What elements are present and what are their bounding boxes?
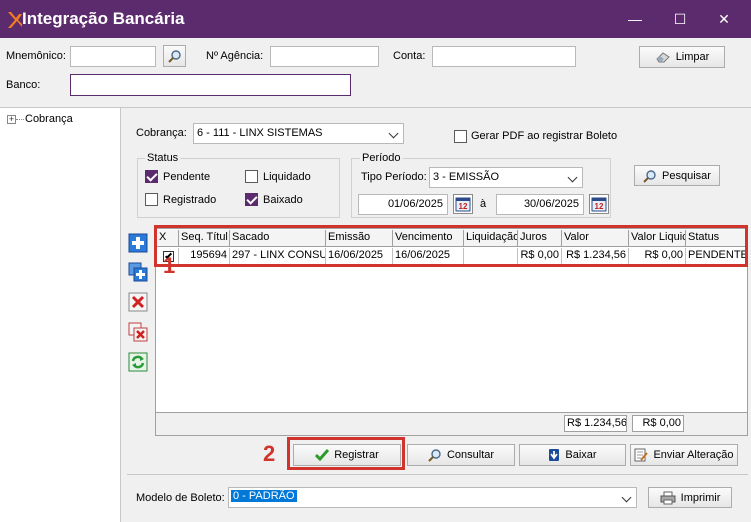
printer-icon <box>660 491 676 504</box>
registrar-label: Registrar <box>334 449 379 461</box>
svg-text:12: 12 <box>595 202 604 211</box>
eraser-icon <box>656 52 670 63</box>
refresh-icon[interactable] <box>128 352 148 372</box>
chevron-down-icon <box>388 128 399 139</box>
imprimir-label: Imprimir <box>680 491 721 504</box>
annotation-marker-2: 2 <box>263 441 276 466</box>
maximize-button[interactable]: ☐ <box>670 10 690 28</box>
status-liquidado-checkbox[interactable] <box>245 170 258 183</box>
mnemonico-input[interactable] <box>70 46 156 67</box>
cobranca-select[interactable]: 6 - 111 - LINX SISTEMAS <box>193 123 404 144</box>
period-separator: à <box>480 198 487 210</box>
agencia-input[interactable] <box>270 46 379 67</box>
mnemonico-label: Mnemônico: <box>6 50 66 62</box>
search-icon <box>167 50 181 63</box>
conta-input[interactable] <box>432 46 576 67</box>
search-icon <box>643 169 656 183</box>
status-baixado-checkbox[interactable] <box>245 193 258 206</box>
consultar-button[interactable]: Consultar <box>407 444 515 466</box>
minimize-button[interactable]: — <box>625 10 645 28</box>
banco-label: Banco: <box>6 79 41 91</box>
gerar-pdf-label: Gerar PDF ao registrar Boleto <box>471 130 618 142</box>
status-registrado-checkbox[interactable] <box>145 193 158 206</box>
tree-item-cobranca[interactable]: Cobrança <box>25 113 73 125</box>
date-to-calendar-button[interactable]: 12 <box>589 194 609 214</box>
tree-connector <box>16 119 24 120</box>
status-group <box>137 158 340 218</box>
date-from-input[interactable]: 01/06/2025 <box>358 194 448 215</box>
add-multiple-icon[interactable] <box>128 262 148 282</box>
tipo-periodo-select[interactable]: 3 - EMISSÃO <box>429 167 583 188</box>
tipo-periodo-value: 3 - EMISSÃO <box>433 171 500 183</box>
status-baixado-label: Baixado <box>263 194 303 206</box>
annotation-marker-1: 1 <box>163 253 176 278</box>
baixar-label: Baixar <box>565 449 597 461</box>
modelo-boleto-select[interactable]: 0 - PADRÃO <box>228 487 637 508</box>
window-title: Integração Bancária <box>22 9 185 28</box>
cobranca-tree: + Cobrança <box>0 107 121 522</box>
cobranca-select-value: 6 - 111 - LINX SISTEMAS <box>197 127 323 139</box>
baixar-button[interactable]: Baixar <box>519 444 626 466</box>
add-icon[interactable] <box>128 233 148 253</box>
calendar-icon: 12 <box>455 197 471 212</box>
consultar-label: Consultar <box>446 449 495 461</box>
delete-icon[interactable] <box>128 292 148 312</box>
banco-input[interactable] <box>70 74 351 96</box>
calendar-icon: 12 <box>591 197 607 212</box>
cobranca-label: Cobrança: <box>136 127 187 139</box>
modelo-boleto-label: Modelo de Boleto: <box>136 492 225 504</box>
total-valor-liquido: R$ 0,00 <box>632 415 684 432</box>
mnemonico-search-button[interactable] <box>163 45 186 67</box>
enviar-alteracao-label: Enviar Alteração <box>653 449 734 461</box>
footer-divider <box>127 474 748 475</box>
annotation-highlight-grid <box>154 225 748 267</box>
imprimir-button[interactable]: Imprimir <box>648 487 732 508</box>
limpar-label: Limpar <box>675 51 710 63</box>
svg-text:12: 12 <box>459 202 468 211</box>
status-pendente-checkbox[interactable] <box>145 170 158 183</box>
pesquisar-button[interactable]: Pesquisar <box>634 165 720 186</box>
pesquisar-label: Pesquisar <box>662 169 711 182</box>
chevron-down-icon <box>621 492 632 503</box>
search-icon <box>428 449 441 462</box>
status-group-title: Status <box>145 152 181 164</box>
close-button[interactable]: ✕ <box>714 10 734 28</box>
status-pendente-label: Pendente <box>163 171 211 183</box>
agencia-label: Nº Agência: <box>206 50 264 62</box>
download-icon <box>549 449 560 461</box>
gerar-pdf-checkbox[interactable] <box>454 130 467 143</box>
delete-multiple-icon[interactable] <box>128 322 148 342</box>
periodo-group-title: Período <box>360 152 403 164</box>
chevron-down-icon <box>567 172 578 183</box>
total-valor: R$ 1.234,56 <box>564 415 627 432</box>
date-to-input[interactable]: 30/06/2025 <box>496 194 584 215</box>
conta-label: Conta: <box>393 50 426 62</box>
enviar-alteracao-button[interactable]: Enviar Alteração <box>630 444 738 466</box>
tree-expand-icon[interactable]: + <box>7 115 16 124</box>
tipo-periodo-label: Tipo Período: <box>361 171 427 183</box>
modelo-boleto-value: 0 - PADRÃO <box>231 490 297 502</box>
status-liquidado-label: Liquidado <box>263 171 311 183</box>
content-top-divider <box>121 107 751 108</box>
registrar-button[interactable]: Registrar <box>293 444 401 466</box>
status-registrado-label: Registrado <box>163 194 217 206</box>
checkmark-icon <box>315 449 330 461</box>
limpar-button[interactable]: Limpar <box>639 46 725 68</box>
edit-document-icon <box>634 448 649 462</box>
title-bar: Integração Bancária — ☐ ✕ <box>0 0 751 38</box>
date-from-calendar-button[interactable]: 12 <box>453 194 473 214</box>
